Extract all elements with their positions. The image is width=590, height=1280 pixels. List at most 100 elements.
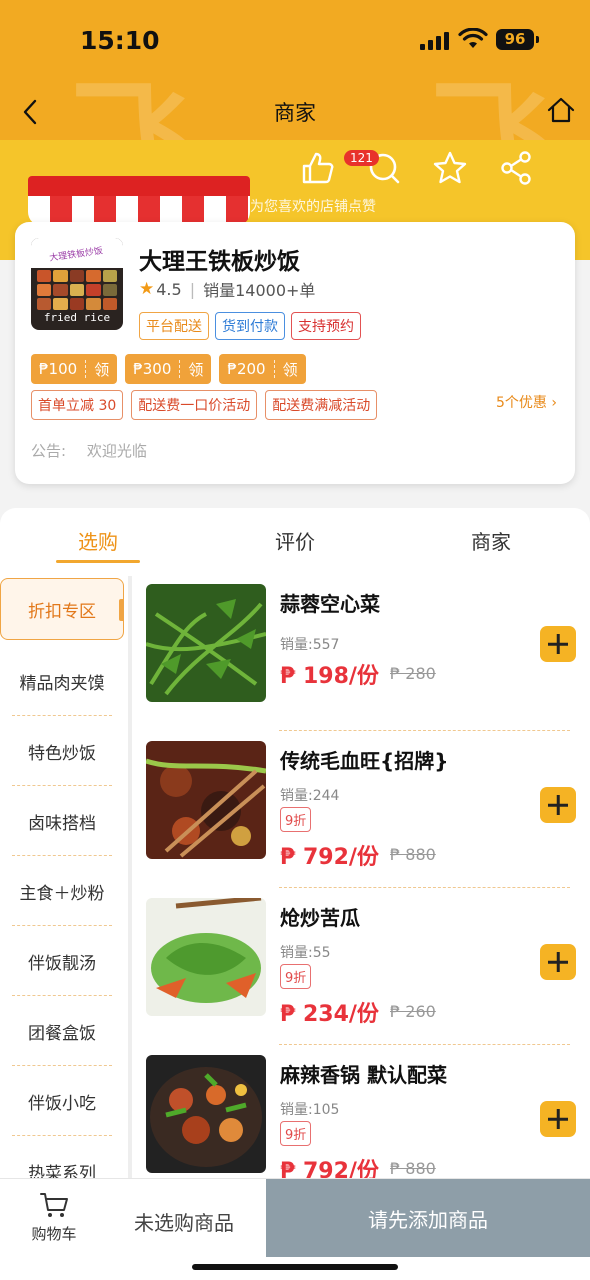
active-marker bbox=[119, 599, 124, 621]
sidebar-item[interactable]: 团餐盒饭 bbox=[0, 996, 124, 1066]
sidebar-item-label: 主食＋炒粉 bbox=[19, 883, 105, 904]
product-original-price: ₱ 880 bbox=[390, 1159, 436, 1178]
favorite-star-icon[interactable] bbox=[432, 150, 468, 186]
sidebar-item[interactable]: 伴饭靓汤 bbox=[0, 926, 124, 996]
service-tag: 支持预约 bbox=[291, 312, 361, 340]
sidebar-item-discount[interactable]: 折扣专区 bbox=[0, 578, 124, 640]
discount-badge: 9折 bbox=[280, 964, 312, 989]
product-item[interactable]: 蒜蓉空心菜 销量:557 ₱ 198/份 ₱ 280 bbox=[134, 576, 590, 733]
promotion-tag: 配送费满减活动 bbox=[265, 390, 378, 420]
coupon-claim-button[interactable]: ₱300 领 bbox=[125, 354, 212, 384]
notice-text: 欢迎光临 bbox=[86, 442, 147, 460]
product-image bbox=[146, 1055, 266, 1173]
discount-badge: 9折 bbox=[280, 807, 312, 832]
add-to-cart-button[interactable] bbox=[540, 944, 576, 980]
coupon-claim-label: 领 bbox=[94, 360, 110, 379]
signal-icon bbox=[420, 30, 449, 50]
top-header: 飞 飞 15:10 96 商家 bbox=[0, 0, 590, 140]
add-to-cart-button[interactable] bbox=[540, 787, 576, 823]
rating-star-icon: ★ bbox=[139, 279, 155, 299]
product-price: ₱ 792/份 bbox=[280, 845, 379, 870]
shop-awning-graphic bbox=[28, 176, 250, 226]
add-to-cart-button[interactable] bbox=[540, 1101, 576, 1137]
more-promotions-link[interactable]: 5个优惠 › bbox=[496, 392, 557, 412]
share-icon[interactable] bbox=[498, 150, 534, 186]
main-content: 选购 评价 商家 折扣专区 精品肉夹馍 特色炒饭 卤味搭档 主食＋炒粉 伴饭靓汤… bbox=[0, 508, 590, 1280]
product-image bbox=[146, 584, 266, 702]
coupon-claim-button[interactable]: ₱200 领 bbox=[219, 354, 306, 384]
shop-name: 大理王铁板炒饭 bbox=[139, 249, 300, 275]
more-promotions-label: 5个优惠 bbox=[496, 395, 547, 411]
product-price: ₱ 234/份 bbox=[280, 1002, 379, 1027]
thumbs-up-icon[interactable] bbox=[300, 150, 336, 186]
chevron-right-icon: › bbox=[551, 395, 557, 411]
page-title: 商家 bbox=[274, 101, 316, 125]
coupon-amount: ₱200 bbox=[219, 360, 275, 378]
active-tab-indicator bbox=[56, 560, 140, 563]
add-to-cart-button[interactable] bbox=[540, 626, 576, 662]
product-name: 炝炒苦瓜 bbox=[280, 906, 360, 930]
product-sales: 销量:55 bbox=[280, 945, 331, 961]
category-sidebar: 折扣专区 精品肉夹馍 特色炒饭 卤味搭档 主食＋炒粉 伴饭靓汤 团餐盒饭 伴饭小… bbox=[0, 576, 124, 1180]
shop-notice: 公告: 欢迎光临 bbox=[31, 440, 147, 461]
logo-text: fried rice bbox=[43, 311, 111, 324]
checkout-button[interactable]: 请先添加商品 bbox=[266, 1179, 590, 1257]
notice-label: 公告: bbox=[31, 442, 67, 460]
rating-value: 4.5 bbox=[156, 279, 182, 299]
coupon-claim-button[interactable]: ₱100 领 bbox=[31, 354, 118, 384]
promotion-list: 首单立减 30 配送费一口价活动 配送费满减活动 bbox=[31, 390, 378, 420]
home-icon[interactable] bbox=[546, 95, 576, 125]
sidebar-item[interactable]: 精品肉夹馍 bbox=[0, 646, 124, 716]
product-original-price: ₱ 260 bbox=[390, 1002, 436, 1021]
sidebar-item[interactable]: 特色炒饭 bbox=[0, 716, 124, 786]
shop-info-card: 大理铁板炒饭 fried rice 大理王铁板炒饭 ★ 4.5 | 销量1400… bbox=[15, 222, 575, 484]
service-tag: 货到付款 bbox=[215, 312, 285, 340]
status-time: 15:10 bbox=[80, 26, 160, 55]
product-original-price: ₱ 280 bbox=[390, 664, 436, 683]
tab-bar: 选购 评价 商家 bbox=[0, 508, 590, 568]
product-image bbox=[146, 898, 266, 1016]
product-original-price: ₱ 880 bbox=[390, 845, 436, 864]
shopping-cart-icon bbox=[40, 1193, 68, 1217]
nav-bar: 商家 bbox=[0, 85, 590, 137]
shop-rating: ★ 4.5 | 销量14000+单 bbox=[139, 277, 315, 301]
promotion-tag: 配送费一口价活动 bbox=[131, 390, 258, 420]
service-tag: 平台配送 bbox=[139, 312, 209, 340]
sidebar-item-label: 伴饭靓汤 bbox=[28, 953, 96, 974]
cart-button[interactable]: 购物车 bbox=[18, 1191, 90, 1244]
banner-actions bbox=[300, 150, 534, 186]
sidebar-item-label: 折扣专区 bbox=[28, 601, 96, 622]
sidebar-item[interactable]: 卤味搭档 bbox=[0, 786, 124, 856]
cart-label: 购物车 bbox=[31, 1225, 77, 1243]
coupon-claim-label: 领 bbox=[188, 360, 204, 379]
sidebar-item[interactable]: 主食＋炒粉 bbox=[0, 856, 124, 926]
coupon-amount: ₱100 bbox=[31, 360, 87, 378]
tab-shop-menu[interactable]: 选购 bbox=[38, 526, 158, 555]
shop-sales: 销量14000+单 bbox=[203, 281, 316, 300]
sidebar-item[interactable]: 伴饭小吃 bbox=[0, 1066, 124, 1136]
service-tags: 平台配送 货到付款 支持预约 bbox=[139, 312, 361, 340]
like-tip: 为您喜欢的店铺点赞 bbox=[250, 199, 376, 215]
sidebar-item-label: 热菜系列 bbox=[28, 1163, 96, 1181]
tab-reviews[interactable]: 评价 bbox=[235, 526, 355, 555]
discount-badge: 9折 bbox=[280, 1121, 312, 1146]
product-item[interactable]: 麻辣香锅 默认配菜 销量:105 9折 ₱ 792/份 ₱ 880 bbox=[134, 1047, 590, 1180]
product-name: 蒜蓉空心菜 bbox=[280, 592, 380, 616]
status-bar: 15:10 96 bbox=[0, 0, 590, 80]
product-name: 传统毛血旺{招牌} bbox=[280, 749, 449, 773]
sidebar-item-label: 团餐盒饭 bbox=[28, 1023, 96, 1044]
product-sales: 销量:557 bbox=[280, 637, 340, 653]
product-price: ₱ 792/份 bbox=[280, 1159, 379, 1180]
sidebar-item-label: 精品肉夹馍 bbox=[19, 673, 105, 694]
coupon-amount: ₱300 bbox=[125, 360, 181, 378]
sidebar-item[interactable]: 热菜系列 bbox=[0, 1136, 124, 1181]
product-list: 蒜蓉空心菜 销量:557 ₱ 198/份 ₱ 280 传统毛血旺{招牌} 销量:… bbox=[134, 576, 590, 1180]
sidebar-scrollbar[interactable] bbox=[128, 576, 132, 1180]
sidebar-item-label: 特色炒饭 bbox=[28, 743, 96, 764]
sidebar-item-label: 伴饭小吃 bbox=[28, 1093, 96, 1114]
product-item[interactable]: 传统毛血旺{招牌} 销量:244 9折 ₱ 792/份 ₱ 880 bbox=[134, 733, 590, 890]
shop-logo: 大理铁板炒饭 fried rice bbox=[31, 238, 123, 330]
coupon-list: ₱100 领 ₱300 领 ₱200 领 bbox=[31, 354, 306, 384]
product-item[interactable]: 炝炒苦瓜 销量:55 9折 ₱ 234/份 ₱ 260 bbox=[134, 890, 590, 1047]
tab-merchant[interactable]: 商家 bbox=[431, 526, 551, 555]
